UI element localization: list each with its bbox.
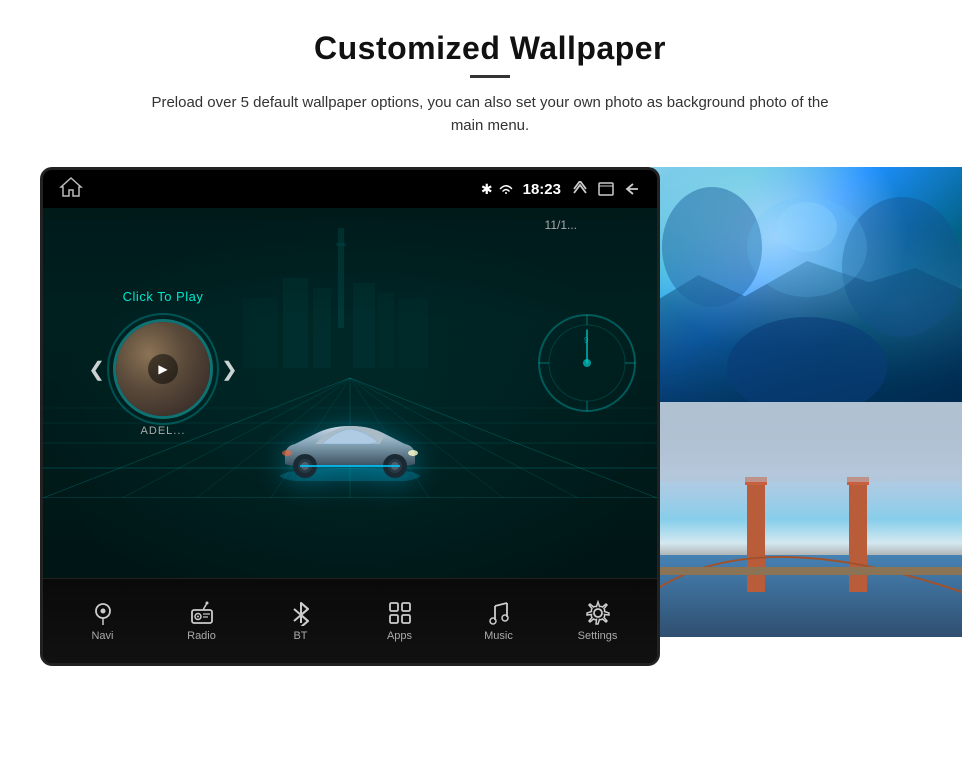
status-bar: ✱ 18:23 xyxy=(43,170,657,208)
screen-nav: Navi Radio xyxy=(43,578,657,663)
click-to-play-label: Click To Play xyxy=(123,289,204,304)
nav-item-radio[interactable]: Radio xyxy=(167,600,237,642)
settings-icon xyxy=(585,600,611,626)
music-icon xyxy=(486,600,512,626)
nav-label-navi: Navi xyxy=(91,630,113,642)
thumbnail-ice xyxy=(652,167,962,402)
nav-item-navi[interactable]: Navi xyxy=(68,600,138,642)
nav-label-bt: BT xyxy=(293,630,307,642)
ice-image xyxy=(652,167,962,402)
car-screen: ✱ 18:23 xyxy=(40,167,660,666)
apps-icon xyxy=(387,600,413,626)
page-container: Customized Wallpaper Preload over 5 defa… xyxy=(0,0,980,758)
ice-details xyxy=(652,167,962,402)
bluetooth-status-icon: ✱ xyxy=(481,181,493,198)
album-circle: ▶ xyxy=(113,319,213,419)
nav-label-music: Music xyxy=(484,630,513,642)
nav-item-bt[interactable]: BT xyxy=(266,600,336,642)
next-arrow[interactable]: ❯ xyxy=(221,357,238,382)
right-dial: 9 xyxy=(527,228,647,498)
bridge-svg xyxy=(652,402,962,637)
window-icon xyxy=(597,181,615,197)
thumbnail-bridge xyxy=(652,402,962,637)
screen-main: 11/1... Click To Play ❮ xyxy=(43,208,657,578)
status-left xyxy=(59,177,83,202)
nav-label-radio: Radio xyxy=(187,630,216,642)
nav-label-apps: Apps xyxy=(387,630,412,642)
nav-label-settings: Settings xyxy=(578,630,618,642)
car-svg xyxy=(270,406,430,481)
music-player: Click To Play ❮ xyxy=(53,228,273,498)
nav-item-settings[interactable]: Settings xyxy=(563,600,633,642)
car-center xyxy=(260,398,440,488)
album-art: ▶ xyxy=(116,319,210,419)
status-right: ✱ 18:23 xyxy=(481,181,641,198)
play-button[interactable]: ▶ xyxy=(148,354,178,384)
nav-item-apps[interactable]: Apps xyxy=(365,600,435,642)
album-wrapper: ▶ xyxy=(113,319,213,419)
content-area: ✱ 18:23 xyxy=(40,167,940,666)
title-divider xyxy=(470,75,510,78)
wifi-icon xyxy=(499,182,513,196)
album-art-container: ❮ ▶ xyxy=(88,319,238,419)
sort-icon xyxy=(571,181,589,197)
bluetooth-nav-icon xyxy=(288,600,314,626)
dial-svg: 9 xyxy=(532,308,642,418)
home-icon xyxy=(59,177,83,197)
nav-item-music[interactable]: Music xyxy=(464,600,534,642)
back-icon xyxy=(623,181,641,197)
status-icons: ✱ xyxy=(481,181,513,198)
title-section: Customized Wallpaper Preload over 5 defa… xyxy=(140,30,840,137)
thumbnail-images xyxy=(652,167,962,637)
bridge-image xyxy=(652,402,962,637)
time-display: 18:23 xyxy=(523,181,561,198)
radio-icon xyxy=(189,600,215,626)
page-subtitle: Preload over 5 default wallpaper options… xyxy=(140,92,840,137)
page-title: Customized Wallpaper xyxy=(140,30,840,67)
nav-icons-right xyxy=(571,181,641,197)
svg-text:9: 9 xyxy=(584,336,589,345)
location-icon xyxy=(90,600,116,626)
